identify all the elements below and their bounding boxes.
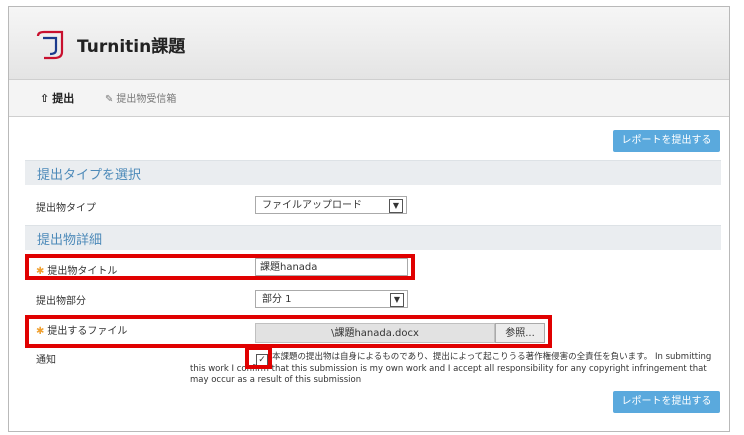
highlight-title-row <box>25 254 415 280</box>
highlight-file-row <box>25 315 552 348</box>
submission-part-select[interactable]: 部分 1 ▼ <box>255 290 408 308</box>
submission-part-value: 部分 1 <box>262 294 292 305</box>
submission-type-select[interactable]: ファイルアップロード ▼ <box>255 196 407 214</box>
submit-report-button-bottom[interactable]: レポートを提出する <box>613 391 720 413</box>
inbox-icon: ✎ <box>105 94 114 105</box>
submission-type-label: 提出物タイプ <box>36 203 96 214</box>
tab-submit-label: 提出 <box>52 92 75 105</box>
highlight-checkbox <box>245 346 272 369</box>
section-title: 提出タイプを選択 <box>37 168 142 183</box>
agreement-text-line1: 本課題の提出物は自身によるものであり、提出によって起こりうる著作権侵害の全責任を… <box>272 352 712 362</box>
upload-icon: ⇧ <box>40 92 50 105</box>
header: Turnitin課題 <box>9 7 729 80</box>
section-title: 提出物詳細 <box>37 233 103 248</box>
submission-type-value: ファイルアップロード <box>262 200 362 211</box>
chevron-down-icon: ▼ <box>390 293 404 307</box>
submission-part-label: 提出物部分 <box>36 296 86 307</box>
tab-inbox-label: 提出物受信箱 <box>116 94 177 105</box>
section-submission-details: 提出物詳細 <box>25 225 721 250</box>
chevron-down-icon: ▼ <box>389 199 403 213</box>
submit-report-button-top[interactable]: レポートを提出する <box>613 130 720 152</box>
tab-submit[interactable]: ⇧ 提出 <box>40 90 74 106</box>
section-select-type: 提出タイプを選択 <box>25 160 721 185</box>
tab-inbox[interactable]: ✎ 提出物受信箱 <box>105 90 176 105</box>
turnitin-logo-icon <box>36 30 64 60</box>
notify-label: 通知 <box>36 355 56 366</box>
page-title: Turnitin課題 <box>77 37 186 57</box>
tab-bar: ⇧ 提出 ✎ 提出物受信箱 <box>9 80 729 117</box>
